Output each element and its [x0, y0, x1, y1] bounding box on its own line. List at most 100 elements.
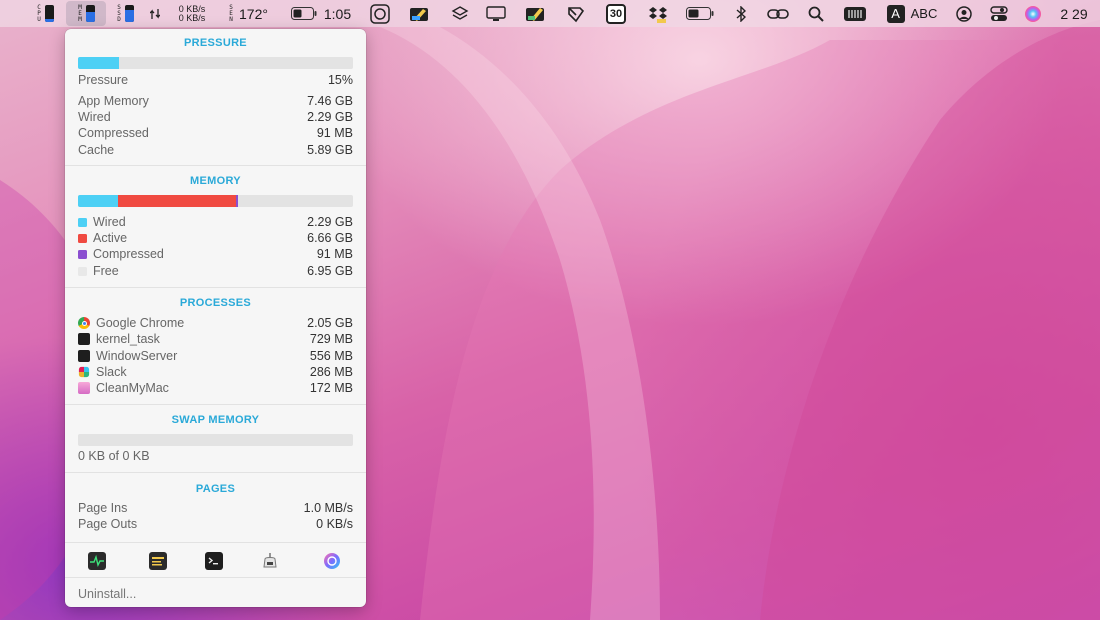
cpu-meter-icon [45, 5, 54, 22]
network-speed[interactable]: 0 KB/s 0 KB/s [170, 0, 214, 27]
swap-section: SWAP MEMORY 0 KB of 0 KB [65, 405, 366, 473]
stat-label: App Memory [78, 94, 149, 108]
process-memory: 172 MB [309, 381, 353, 395]
terminal-icon[interactable] [205, 552, 223, 570]
keyboard-icon[interactable] [842, 0, 868, 27]
stat-value: 2.29 GB [307, 110, 353, 124]
ssd-meter[interactable]: S S D [110, 0, 140, 27]
temperature-reading: 172° [239, 5, 268, 22]
memory-value: 91 MB [316, 247, 353, 261]
memory-label: Active [93, 231, 128, 245]
battery-time: 1:05 [323, 5, 352, 22]
memory-row-wired: Wired 2.29 GB [78, 214, 353, 230]
clock-time: 2 29 [1060, 5, 1088, 22]
process-row[interactable]: CleanMyMac 172 MB [78, 380, 353, 396]
ssd-meter-icon [125, 5, 134, 22]
pressure-label: Pressure [78, 73, 129, 87]
cpu-meter[interactable]: C P U [30, 0, 60, 27]
stat-value: 5.89 GB [307, 143, 353, 157]
terminal-icon [78, 350, 90, 362]
memory-value: 6.66 GB [307, 231, 353, 245]
menu-bar: C P U M E M S S D 0 KB/s 0 KB/s S E N 17… [0, 0, 1100, 27]
siri-icon[interactable] [1022, 0, 1044, 27]
stat-row-wired: Wired 2.29 GB [78, 109, 353, 125]
terminal-icon [78, 333, 90, 345]
scissors-icon[interactable] [564, 0, 588, 27]
stat-label: Cache [78, 143, 115, 157]
process-name: Google Chrome [96, 316, 185, 330]
stat-label: Wired [78, 110, 111, 124]
dropbox-icon[interactable] [646, 0, 670, 27]
slack-icon [78, 366, 90, 378]
link-icon[interactable] [766, 0, 790, 27]
process-row[interactable]: Slack 286 MB [78, 364, 353, 380]
menu-clock[interactable]: 2 29 [1054, 0, 1094, 27]
cleanmymac-icon[interactable] [323, 552, 341, 570]
ink-icon[interactable] [524, 0, 548, 27]
page-ins-label: Page Ins [78, 501, 128, 515]
console-icon[interactable] [149, 552, 167, 570]
swap-usage: 0 KB of 0 KB [78, 449, 150, 463]
pages-section: PAGES Page Ins 1.0 MB/s Page Outs 0 KB/s [65, 473, 366, 542]
pressure-section: PRESSURE Pressure 15% App Memory 7.46 GB… [65, 29, 366, 166]
color-picker-icon[interactable] [408, 0, 432, 27]
pages-title: PAGES [195, 483, 236, 495]
process-row[interactable]: WindowServer 556 MB [78, 348, 353, 364]
input-source-icon: A [886, 4, 905, 23]
stat-value: 7.46 GB [307, 94, 353, 108]
ssd-label-d: D [117, 15, 121, 23]
page-outs-label: Page Outs [78, 517, 138, 531]
process-name: WindowServer [96, 349, 178, 363]
memory-section: MEMORY Wired 2.29 GB Active 6.66 GB Comp… [65, 166, 366, 288]
process-memory: 729 MB [309, 332, 353, 346]
screenshot-icon[interactable] [368, 0, 392, 27]
process-name: Slack [96, 365, 127, 379]
page-ins-value: 1.0 MB/s [303, 501, 353, 515]
network-arrows-icon[interactable] [147, 0, 163, 27]
quick-launch-toolbar [65, 542, 366, 578]
input-source-menu[interactable]: A ABC [884, 0, 940, 27]
memory-value: 2.29 GB [307, 215, 353, 229]
bluetooth-icon[interactable] [732, 0, 750, 27]
stat-row-app-memory: App Memory 7.46 GB [78, 93, 353, 109]
process-row[interactable]: kernel_task 729 MB [78, 331, 353, 347]
wired-swatch [78, 217, 87, 227]
user-icon[interactable] [954, 0, 974, 27]
cpu-label-u: U [37, 15, 41, 23]
battery-icon[interactable] [684, 0, 716, 27]
uninstall-button[interactable]: Uninstall... [78, 587, 136, 601]
swap-title: SWAP MEMORY [171, 414, 260, 426]
memory-title: MEMORY [190, 175, 241, 187]
compressed-swatch [78, 249, 87, 259]
activity-monitor-icon[interactable] [88, 552, 106, 570]
swap-usage-row: 0 KB of 0 KB [78, 448, 353, 464]
memory-bar-segment-active [118, 195, 237, 207]
mem-label-m2: M [78, 15, 82, 23]
control-center-icon[interactable] [988, 0, 1010, 27]
disk-utility-icon[interactable] [261, 552, 279, 570]
process-memory: 2.05 GB [307, 316, 353, 330]
memory-meter[interactable]: M E M [66, 1, 106, 26]
sensors-menu[interactable]: S E N 172° [222, 0, 274, 27]
free-swatch [78, 266, 87, 276]
net-download-rate: 0 KB/s [178, 12, 206, 23]
memory-label: Compressed [93, 247, 164, 261]
memory-meter-icon [86, 5, 95, 22]
display-icon[interactable] [484, 0, 508, 27]
pressure-row: Pressure 15% [78, 72, 353, 88]
calendar-icon[interactable]: 30 [604, 0, 628, 27]
input-source-label: ABC [910, 6, 938, 21]
page-outs-value: 0 KB/s [316, 517, 353, 531]
swap-bar [78, 434, 353, 446]
processes-section: PROCESSES Google Chrome 2.05 GB kernel_t… [65, 288, 366, 405]
memory-label: Wired [93, 215, 126, 229]
process-row[interactable]: Google Chrome 2.05 GB [78, 315, 353, 331]
search-icon[interactable] [806, 0, 826, 27]
memory-popover: PRESSURE Pressure 15% App Memory 7.46 GB… [65, 29, 366, 607]
memory-row-free: Free 6.95 GB [78, 263, 353, 279]
battery-status[interactable]: 1:05 [286, 0, 356, 27]
layers-icon[interactable] [448, 0, 472, 27]
memory-label: Free [93, 264, 119, 278]
process-name: CleanMyMac [96, 381, 169, 395]
memory-row-active: Active 6.66 GB [78, 230, 353, 246]
